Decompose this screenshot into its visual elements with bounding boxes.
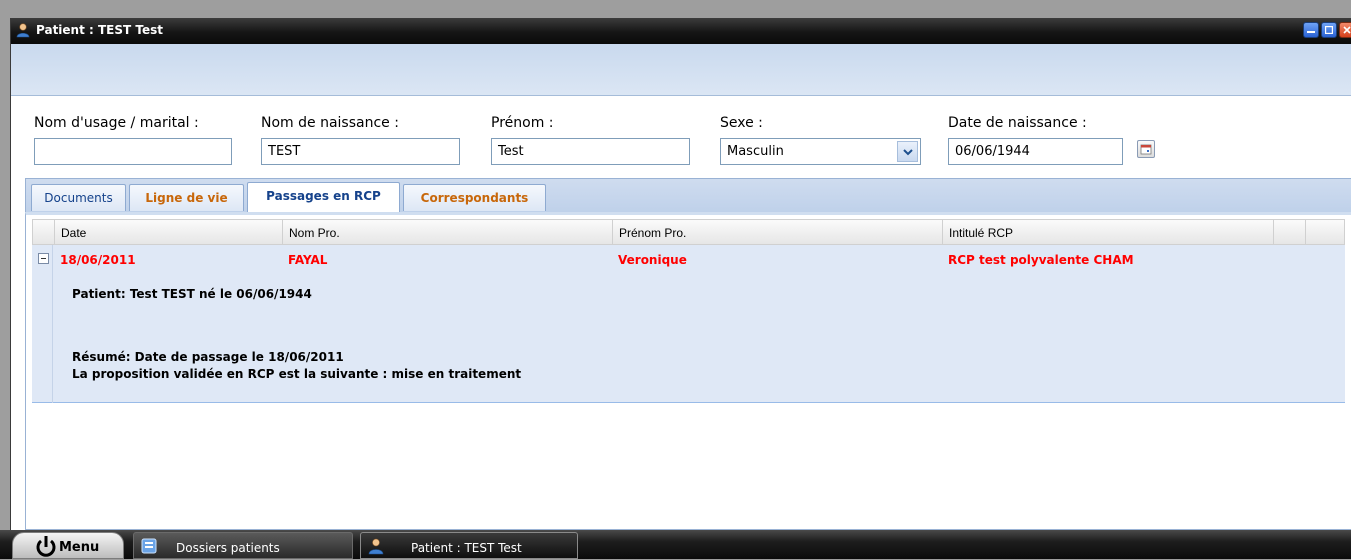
menu-button[interactable]: Menu — [12, 532, 124, 559]
window-titlebar[interactable]: Patient : TEST Test — [11, 18, 1351, 44]
nom-usage-label: Nom d'usage / marital : — [34, 115, 199, 131]
col-intitule-rcp[interactable]: Intitulé RCP — [943, 220, 1274, 244]
tab-correspondants[interactable]: Correspondants — [403, 184, 546, 211]
sexe-value: Masculin — [727, 144, 784, 159]
minimize-icon — [1307, 31, 1315, 33]
row-detail-resume: Résumé: Date de passage le 18/06/2011 — [72, 350, 344, 364]
nom-naissance-field[interactable]: TEST — [261, 138, 460, 165]
tab-strip: Documents Ligne de vie Passages en RCP C… — [25, 178, 1351, 213]
sexe-select[interactable]: Masculin — [720, 138, 921, 165]
col-prenom-pro[interactable]: Prénom Pro. — [613, 220, 943, 244]
date-naissance-field[interactable]: 06/06/1944 — [948, 138, 1123, 165]
row-detail-patient: Patient: Test TEST né le 06/06/1944 — [72, 287, 312, 301]
user-icon — [368, 538, 384, 555]
chevron-down-icon — [903, 149, 913, 156]
col-nom-pro[interactable]: Nom Pro. — [283, 220, 613, 244]
maximize-icon — [1325, 26, 1333, 34]
window-title: Patient : TEST Test — [36, 23, 163, 37]
window-toolbar — [11, 44, 1351, 96]
prenom-label: Prénom : — [491, 115, 554, 131]
tab-ligne-de-vie[interactable]: Ligne de vie — [129, 184, 244, 211]
power-icon — [36, 536, 56, 557]
sexe-dropdown-button[interactable] — [897, 141, 918, 162]
maximize-button[interactable] — [1321, 22, 1337, 38]
row-intitule: RCP test polyvalente CHAM — [948, 253, 1134, 267]
patient-form: Nom d'usage / marital : Nom de naissance… — [11, 96, 1351, 176]
nom-usage-field[interactable] — [34, 138, 232, 165]
prenom-field[interactable]: Test — [491, 138, 690, 165]
date-naissance-label: Date de naissance : — [948, 115, 1087, 131]
taskbar-item-patient[interactable]: Patient : TEST Test — [360, 532, 578, 559]
row-guide-line — [52, 245, 53, 403]
grid-header: Date Nom Pro. Prénom Pro. Intitulé RCP — [32, 219, 1345, 245]
patient-window: Patient : TEST Test Nom d'usage / marita… — [10, 18, 1351, 530]
close-icon — [1343, 26, 1351, 34]
row-detail-proposition: La proposition validée en RCP est la sui… — [72, 367, 522, 381]
row-date: 18/06/2011 — [60, 253, 136, 267]
tab-documents[interactable]: Documents — [31, 184, 126, 211]
row-prenom-pro: Veronique — [618, 253, 687, 267]
taskbar-item-patient-label: Patient : TEST Test — [411, 541, 522, 555]
taskbar-item-dossiers-label: Dossiers patients — [176, 541, 280, 555]
sexe-label: Sexe : — [720, 115, 763, 131]
table-row[interactable]: 18/06/2011 FAYAL Veronique RCP test poly… — [32, 245, 1345, 403]
user-icon — [16, 23, 30, 38]
taskbar-item-dossiers[interactable]: Dossiers patients — [133, 532, 353, 559]
col-extra — [1274, 220, 1306, 244]
menu-label: Menu — [59, 540, 100, 555]
nom-naissance-label: Nom de naissance : — [261, 115, 399, 131]
calendar-icon — [1140, 144, 1152, 155]
close-button[interactable] — [1339, 22, 1351, 38]
calendar-button[interactable] — [1137, 140, 1155, 158]
tab-passages-rcp[interactable]: Passages en RCP — [247, 182, 400, 213]
minimize-button[interactable] — [1303, 22, 1319, 38]
row-nom-pro: FAYAL — [288, 253, 328, 267]
header-expander-col — [33, 220, 55, 244]
folder-icon — [141, 538, 157, 554]
taskbar: Menu Dossiers patients Patient : TEST Te… — [0, 530, 1351, 559]
col-date[interactable]: Date — [55, 220, 283, 244]
rcp-grid: Date Nom Pro. Prénom Pro. Intitulé RCP 1… — [25, 212, 1351, 530]
collapse-row-icon[interactable] — [38, 253, 49, 264]
